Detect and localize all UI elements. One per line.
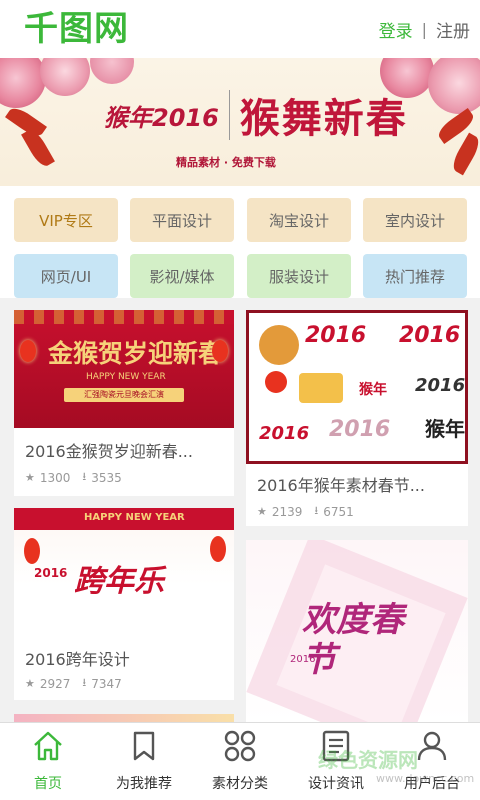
card-stats: ★ 2139 ⭳ 6751	[257, 502, 354, 521]
download-icon: ⭳	[314, 504, 319, 517]
card-title[interactable]: 2016跨年设计	[25, 646, 130, 670]
card-thumbnail: 2016 2016 猴年 2016 2016 2016 猴年	[246, 310, 468, 464]
card-thumbnail: 金猴贺岁迎新春 HAPPY NEW YEAR 汇强陶瓷元旦晚会汇演	[14, 310, 234, 428]
tab-recommended[interactable]: 为我推荐	[96, 723, 192, 800]
tab-label: 素材分类	[212, 776, 268, 792]
tab-label: 为我推荐	[116, 776, 172, 792]
auth-links: 登录 | 注册	[379, 17, 470, 42]
user-icon	[417, 731, 447, 761]
decor-badge	[265, 371, 287, 393]
star-icon: ★	[257, 505, 267, 518]
thumbnail-headline: 跨年乐	[74, 564, 164, 599]
material-card[interactable]: 金猴贺岁迎新春 HAPPY NEW YEAR 汇强陶瓷元旦晚会汇演 2016金猴…	[14, 310, 234, 496]
watermark: 绿色资源网	[318, 748, 418, 772]
thumbnail-headline: 金猴贺岁迎新春	[48, 339, 224, 368]
decor-border	[14, 310, 234, 324]
view-count: 2927	[39, 676, 71, 691]
view-count: 2139	[271, 504, 303, 519]
thumbnail-caption: 2016	[34, 566, 68, 580]
promo-banner[interactable]: 猴年2016 猴舞新春 精品素材 · 免费下载	[0, 58, 480, 186]
decor-flower	[428, 58, 480, 114]
banner-subtitle: 精品素材 · 免费下载	[176, 156, 276, 169]
category-label: VIP专区	[39, 211, 93, 230]
card-thumbnail: HAPPY NEW YEAR 2016 跨年乐	[14, 508, 234, 636]
thumbnail-headline: 2016	[329, 417, 391, 442]
view-count: 1300	[39, 470, 71, 485]
star-icon: ★	[25, 677, 35, 690]
category-interior-design[interactable]: 室内设计	[363, 198, 467, 242]
category-fashion-design[interactable]: 服装设计	[247, 254, 351, 298]
category-vip[interactable]: VIP专区	[14, 198, 118, 242]
lantern-icon	[20, 340, 36, 362]
auth-separator: |	[421, 19, 427, 39]
watermark-url: www.downcc.com	[376, 772, 475, 785]
category-hot-picks[interactable]: 热门推荐	[363, 254, 467, 298]
grid-icon	[224, 730, 256, 762]
material-card[interactable]: 2016 2016 猴年 2016 2016 2016 猴年 2016年猴年素材…	[246, 310, 468, 526]
material-card[interactable]: 欢度春节 2016	[246, 540, 468, 722]
category-label: 热门推荐	[384, 267, 445, 286]
home-icon	[34, 731, 62, 761]
thumbnail-subtitle: HAPPY NEW YEAR	[86, 372, 166, 382]
category-film-media[interactable]: 影视/媒体	[130, 254, 234, 298]
decor-flower	[0, 58, 46, 108]
download-count: 3535	[91, 470, 122, 485]
lantern-icon	[24, 538, 40, 564]
register-link[interactable]: 注册	[436, 17, 470, 42]
download-icon: ⭳	[82, 676, 87, 689]
decor-leaf	[449, 132, 480, 176]
material-card[interactable]: HAPPY NEW YEAR 2016 跨年乐 2016跨年设计 ★ 2927 …	[14, 508, 234, 700]
tab-label: 设计资讯	[308, 776, 364, 792]
login-link[interactable]: 登录	[379, 17, 413, 42]
tab-categories[interactable]: 素材分类	[192, 723, 288, 800]
category-label: 服装设计	[268, 267, 329, 286]
banner-small-text: 猴年2016	[104, 103, 219, 132]
category-label: 影视/媒体	[149, 267, 215, 286]
thumbnail-subtitle: HAPPY NEW YEAR	[84, 512, 185, 523]
category-taobao-design[interactable]: 淘宝设计	[247, 198, 351, 242]
card-thumbnail: 欢度春节 2016	[246, 540, 468, 722]
lantern-icon	[210, 536, 226, 562]
tab-home[interactable]: 首页	[0, 723, 96, 800]
thumbnail-headline: 欢度春节	[302, 600, 404, 680]
decor-flower	[40, 58, 90, 96]
card-title[interactable]: 2016年猴年素材春节...	[257, 472, 425, 496]
decor-flower	[90, 58, 134, 84]
site-logo[interactable]: 千图网	[24, 12, 129, 46]
thumbnail-subtitle: 2016	[290, 654, 316, 665]
monkey-icon	[259, 325, 299, 365]
banner-big-text: 猴舞新春	[239, 95, 408, 142]
thumbnail-subtitle: 猴年	[425, 417, 465, 441]
download-icon: ⭳	[82, 470, 87, 483]
banner-title: 猴年2016 猴舞新春	[104, 86, 408, 144]
card-title[interactable]: 2016金猴贺岁迎新春...	[25, 438, 193, 462]
lantern-icon	[212, 340, 228, 362]
category-label: 室内设计	[384, 211, 445, 230]
category-graphic-design[interactable]: 平面设计	[130, 198, 234, 242]
thumbnail-caption: 汇强陶瓷元旦晚会汇演	[64, 388, 184, 402]
download-count: 6751	[323, 504, 354, 519]
material-card-peek	[14, 714, 234, 722]
star-icon: ★	[25, 471, 35, 484]
category-web-ui[interactable]: 网页/UI	[14, 254, 118, 298]
thumbnail-headline: 2016	[399, 323, 461, 348]
card-stats: ★ 1300 ⭳ 3535	[25, 468, 122, 487]
thumbnail-subtitle: 猴年	[359, 382, 387, 398]
tab-label: 首页	[34, 776, 62, 792]
thumbnail-headline: 2016	[259, 423, 310, 444]
category-grid: VIP专区 平面设计 淘宝设计 室内设计 网页/UI 影视/媒体 服装设计 热门…	[0, 186, 480, 298]
category-label: 淘宝设计	[268, 211, 329, 230]
decor-badge	[299, 373, 343, 403]
category-label: 网页/UI	[40, 267, 92, 286]
card-stats: ★ 2927 ⭳ 7347	[25, 674, 122, 693]
banner-divider	[228, 90, 230, 140]
category-label: 平面设计	[151, 211, 212, 230]
bookmark-icon	[133, 731, 155, 761]
thumbnail-headline: 2016	[305, 323, 367, 348]
thumbnail-headline: 2016	[415, 375, 466, 396]
app-header: 千图网 登录 | 注册	[0, 0, 480, 58]
download-count: 7347	[91, 676, 122, 691]
